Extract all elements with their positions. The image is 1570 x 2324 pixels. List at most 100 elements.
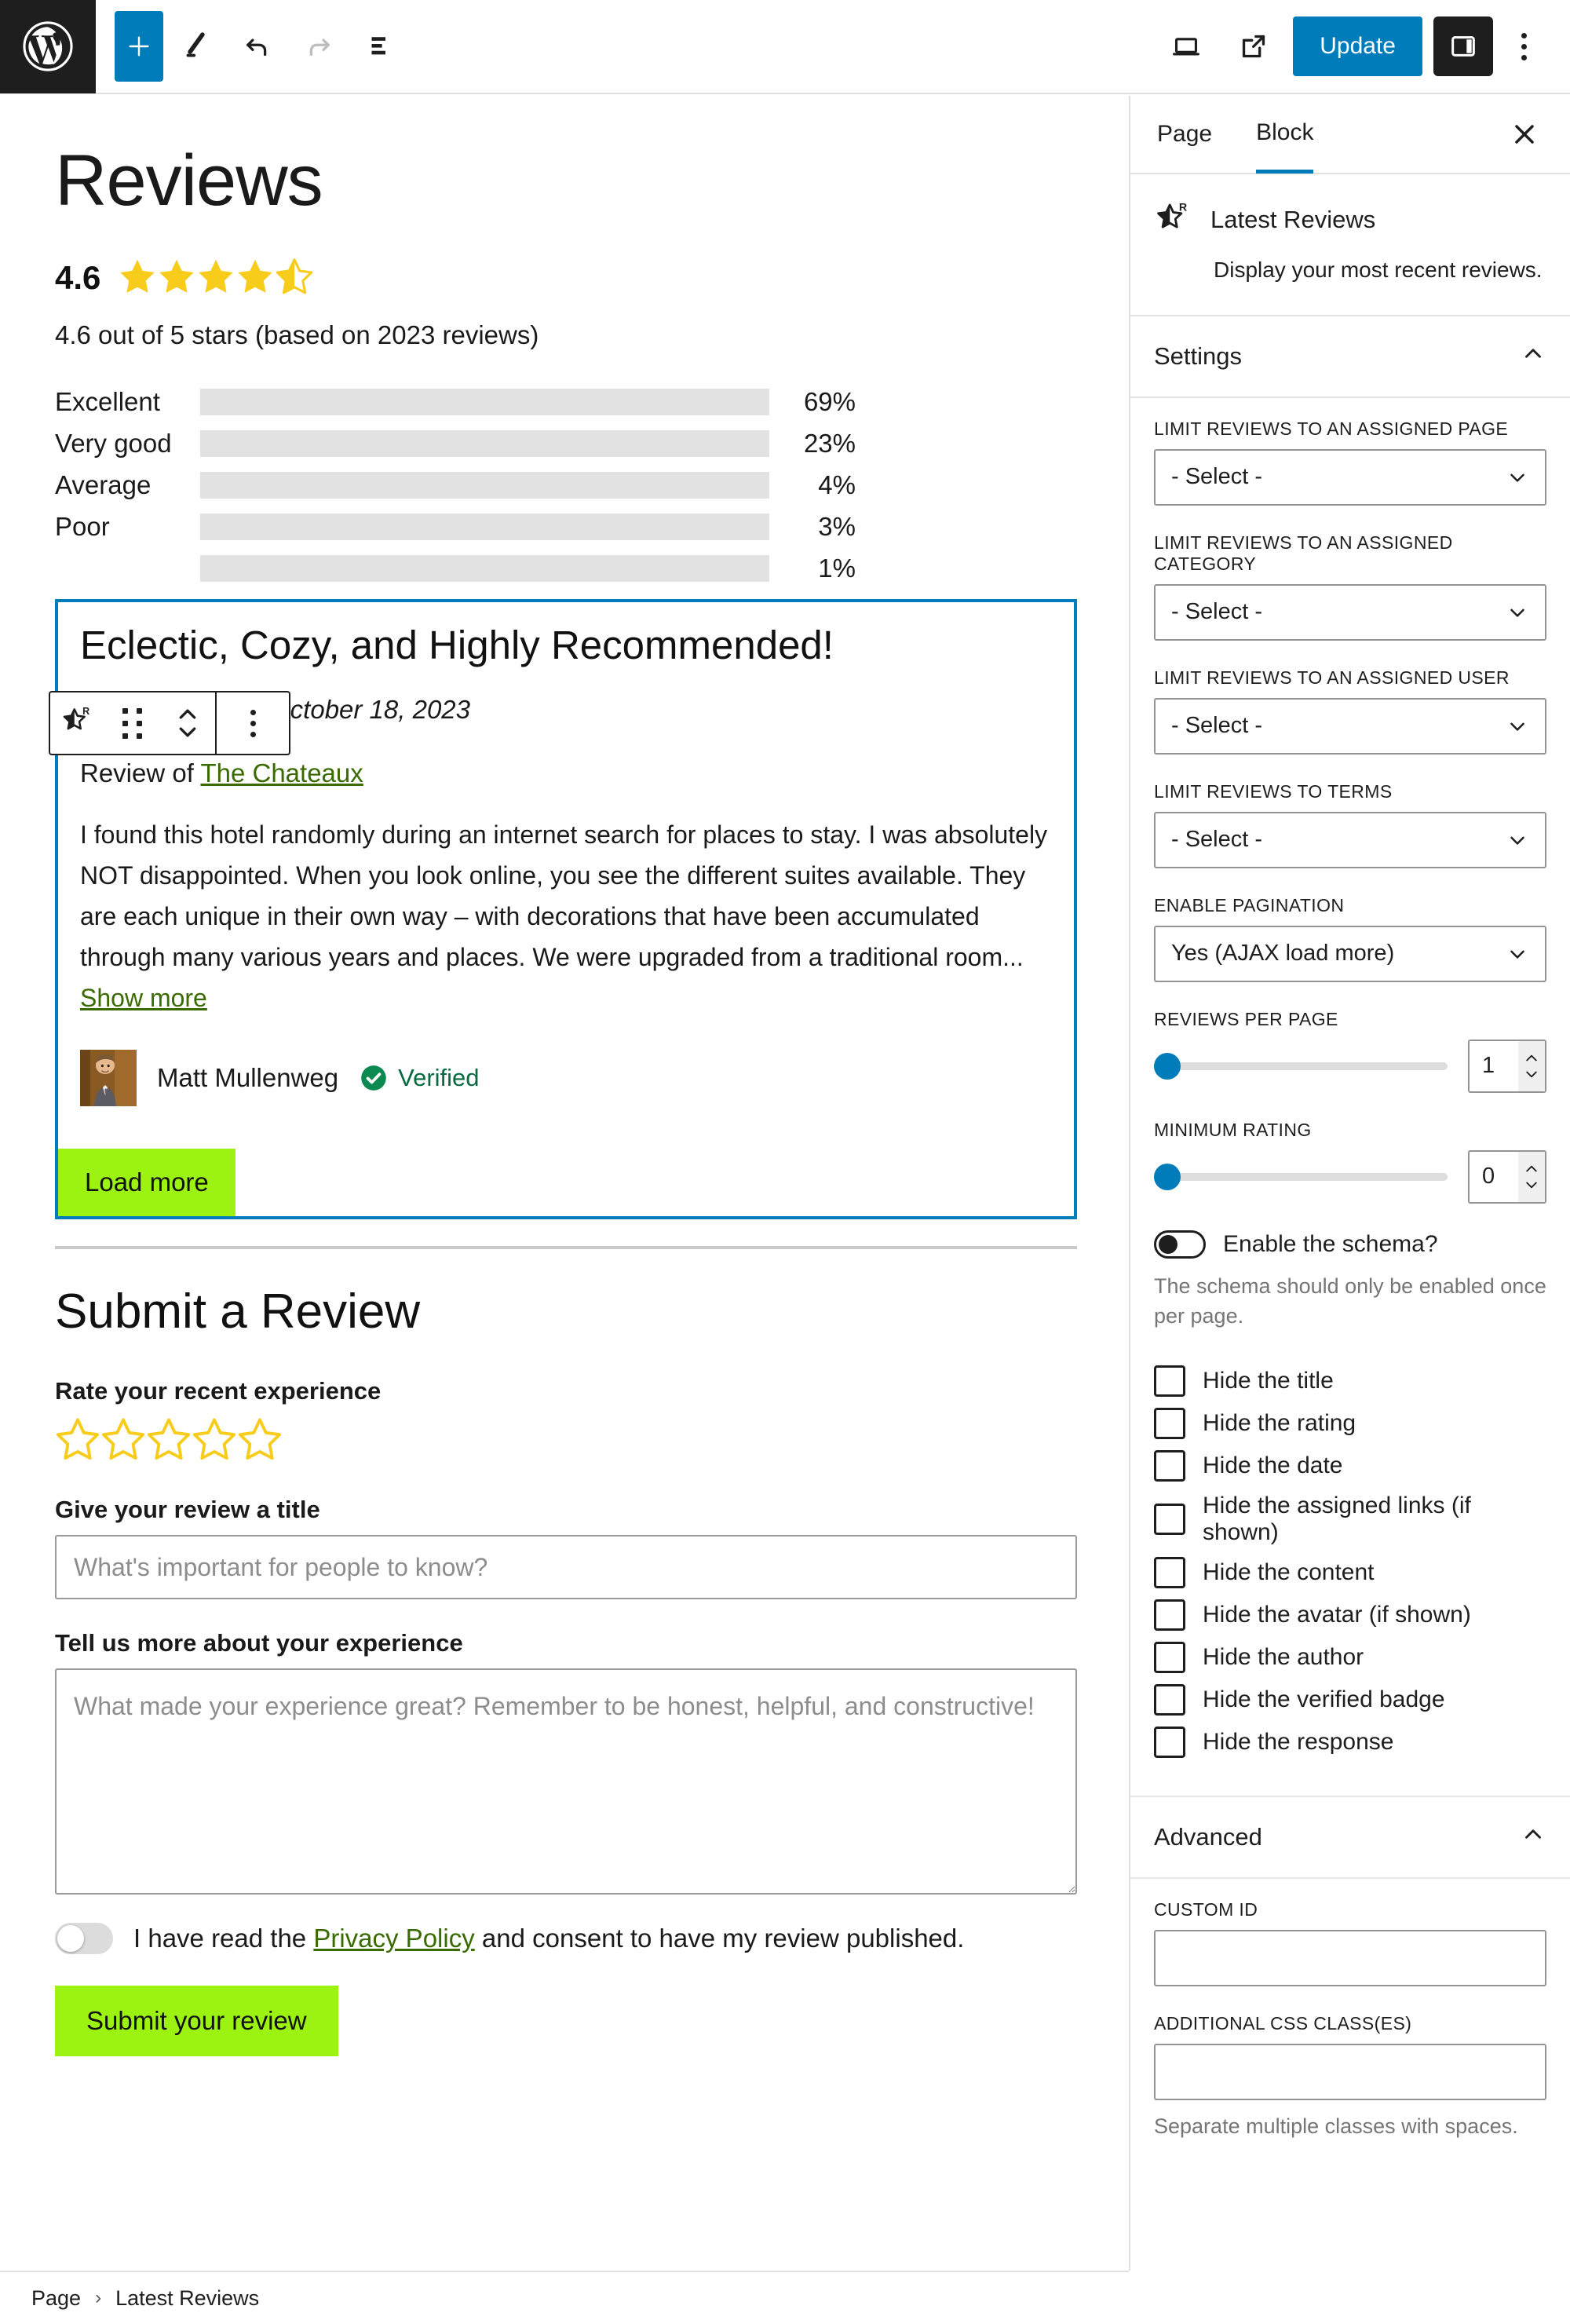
rating-input-stars[interactable] (55, 1416, 1074, 1466)
star-empty-icon[interactable] (192, 1416, 237, 1466)
review-body-label: Tell us more about your experience (55, 1629, 463, 1657)
load-more-button[interactable]: Load more (58, 1149, 236, 1217)
checkbox-row[interactable]: Hide the date (1154, 1450, 1546, 1482)
chevron-up-icon (1520, 340, 1546, 373)
status-badge: Verified (359, 1063, 480, 1093)
rating-bar-row: Average 4% (55, 465, 856, 506)
review-body-textarea[interactable] (55, 1668, 1077, 1895)
average-rating-value: 4.6 (55, 259, 101, 297)
rating-bar-percent: 3% (818, 512, 856, 542)
schema-help-text: The schema should only be enabled once p… (1154, 1273, 1546, 1328)
settings-panel-header[interactable]: Settings (1130, 316, 1570, 398)
checkbox-row[interactable]: Hide the author (1154, 1642, 1546, 1674)
rating-distribution-chart: Excellent 69% Very good 23% Average 4% P… (55, 382, 856, 590)
star-empty-icon[interactable] (237, 1416, 283, 1466)
breadcrumb-item-block[interactable]: Latest Reviews (115, 2286, 259, 2311)
checkbox-label: Hide the author (1203, 1644, 1364, 1671)
star-empty-icon[interactable] (55, 1416, 100, 1466)
css-classes-input[interactable] (1154, 2044, 1546, 2101)
checkbox[interactable] (1154, 1450, 1185, 1482)
view-device-icon[interactable] (1158, 18, 1214, 75)
star-icon (118, 257, 157, 300)
star-icon (236, 257, 275, 300)
setting-select[interactable]: - Select - (1154, 811, 1546, 868)
document-overview-icon[interactable] (352, 18, 408, 75)
setting-control: Limit reviews to terms - Select - (1154, 781, 1546, 868)
number-spinner[interactable] (1518, 1151, 1545, 1202)
checkbox[interactable] (1154, 1642, 1185, 1674)
setting-select[interactable]: - Select - (1154, 448, 1546, 506)
checkbox-row[interactable]: Hide the title (1154, 1365, 1546, 1398)
review-title-input[interactable] (55, 1535, 1077, 1600)
slider-control: Minimum rating 0 (1154, 1120, 1546, 1204)
setting-select[interactable]: Yes (AJAX load more) (1154, 925, 1546, 982)
star-empty-icon[interactable] (146, 1416, 192, 1466)
review-author-row: Matt Mullenweg Verified (80, 1050, 1050, 1107)
setting-select[interactable]: - Select - (1154, 697, 1546, 755)
checkbox-row[interactable]: Hide the verified badge (1154, 1684, 1546, 1716)
checkbox-label: Hide the avatar (if shown) (1203, 1602, 1471, 1628)
page-title[interactable]: Reviews (55, 143, 1074, 219)
setting-label: Enable pagination (1154, 894, 1345, 915)
submit-review-heading[interactable]: Submit a Review (55, 1284, 1074, 1339)
slider-track[interactable] (1154, 1052, 1448, 1080)
checkbox[interactable] (1154, 1599, 1185, 1632)
star-empty-icon[interactable] (100, 1416, 146, 1466)
slider-number-field[interactable]: 1 (1468, 1039, 1546, 1093)
checkbox[interactable] (1154, 1557, 1185, 1589)
privacy-policy-link[interactable]: Privacy Policy (313, 1924, 474, 1953)
consent-toggle[interactable] (55, 1923, 113, 1955)
preview-external-icon[interactable] (1225, 18, 1282, 75)
submit-review-button[interactable]: Submit your review (55, 1986, 338, 2057)
update-button[interactable]: Update (1293, 16, 1422, 76)
review-date: October 18, 2023 (270, 694, 471, 724)
breadcrumb-item-page[interactable]: Page (31, 2286, 81, 2311)
checkbox-row[interactable]: Hide the content (1154, 1557, 1546, 1589)
checkbox-label: Hide the verified badge (1203, 1686, 1445, 1713)
checkbox-row[interactable]: Hide the response (1154, 1727, 1546, 1759)
checkbox[interactable] (1154, 1504, 1185, 1536)
slider-number-field[interactable]: 0 (1468, 1149, 1546, 1204)
chevron-down-icon (1510, 836, 1524, 845)
latest-reviews-star-icon[interactable]: R (50, 692, 105, 754)
checkbox-row[interactable]: Hide the avatar (if shown) (1154, 1599, 1546, 1632)
tab-page[interactable]: Page (1157, 96, 1212, 174)
avatar (80, 1050, 137, 1107)
checkbox[interactable] (1154, 1365, 1185, 1398)
tab-block[interactable]: Block (1256, 96, 1314, 174)
checkbox[interactable] (1154, 1727, 1185, 1759)
settings-panel-toggle-icon[interactable] (1433, 16, 1493, 76)
advanced-panel-header[interactable]: Advanced (1130, 1796, 1570, 1880)
undo-icon[interactable] (229, 18, 286, 75)
slider-knob[interactable] (1154, 1052, 1181, 1080)
add-block-button[interactable] (115, 11, 163, 82)
checkbox-row[interactable]: Hide the assigned links (if shown) (1154, 1493, 1546, 1546)
rating-bar-percent: 4% (818, 470, 856, 500)
number-spinner[interactable] (1518, 1040, 1545, 1091)
assigned-page-link[interactable]: The Chateaux (200, 758, 363, 787)
consent-prefix: I have read the (133, 1924, 314, 1953)
edit-pencil-icon[interactable] (168, 18, 225, 75)
setting-select-value: - Select - (1171, 827, 1263, 853)
wordpress-logo[interactable] (0, 0, 96, 93)
checkbox[interactable] (1154, 1684, 1185, 1716)
show-more-link[interactable]: Show more (80, 984, 207, 1012)
options-kebab-icon[interactable] (1504, 16, 1543, 76)
drag-handle-icon[interactable] (105, 692, 160, 754)
setting-select[interactable]: - Select - (1154, 583, 1546, 641)
schema-toggle-row: Enable the schema? (1154, 1230, 1546, 1259)
redo-icon[interactable] (290, 18, 347, 75)
custom-id-input[interactable] (1154, 1930, 1546, 1987)
consent-suffix: and consent to have my review published. (474, 1924, 965, 1953)
checkbox-row[interactable]: Hide the rating (1154, 1408, 1546, 1440)
slider-knob[interactable] (1154, 1163, 1181, 1190)
slider-track[interactable] (1154, 1163, 1448, 1190)
rating-bar-row: Very good 23% (55, 423, 856, 465)
checkbox[interactable] (1154, 1408, 1185, 1440)
close-icon[interactable] (1501, 111, 1548, 158)
move-block-updown-icon[interactable] (160, 692, 215, 754)
enable-schema-toggle[interactable] (1154, 1230, 1206, 1259)
slider-label: Minimum rating (1154, 1119, 1312, 1140)
review-title-label: Give your review a title (55, 1496, 320, 1524)
block-options-kebab-icon[interactable] (217, 692, 289, 754)
